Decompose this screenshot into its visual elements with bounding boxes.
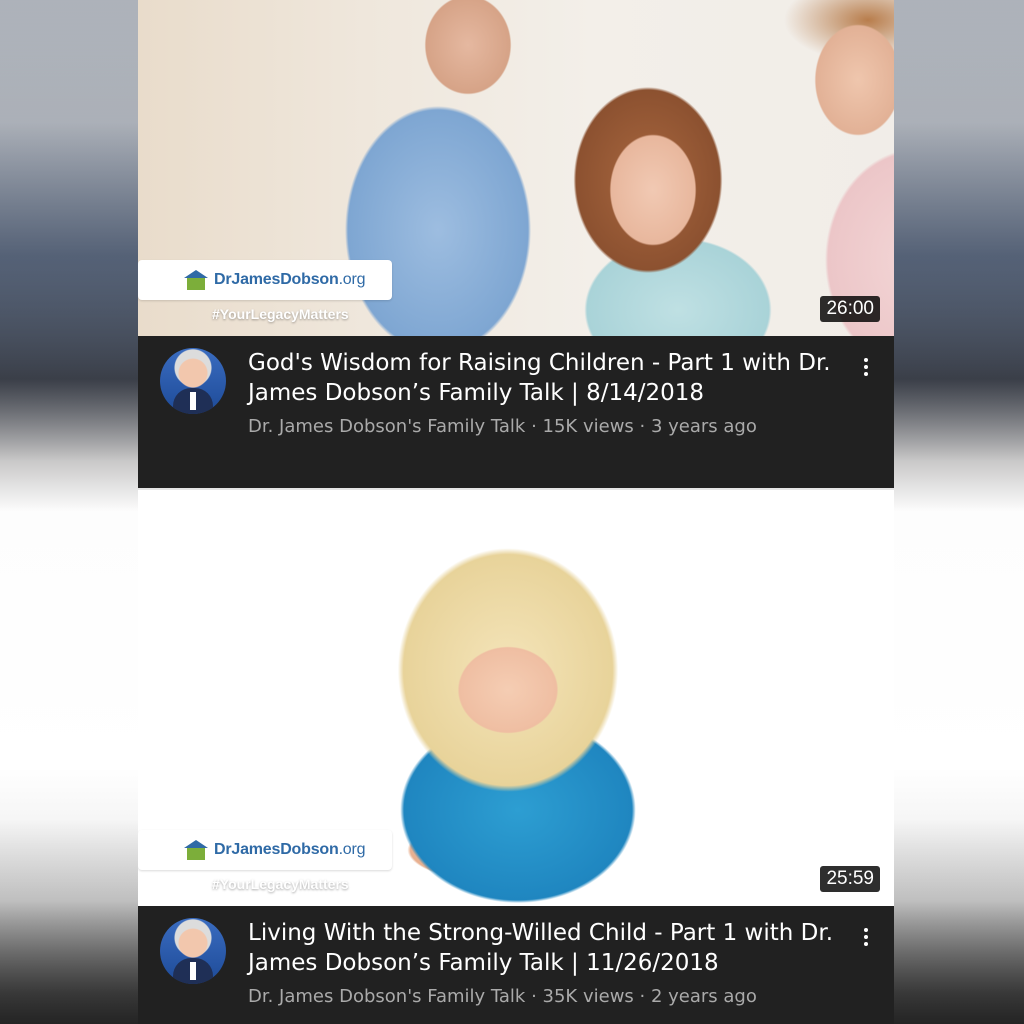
channel-avatar[interactable] bbox=[160, 348, 226, 414]
video-subline: Dr. James Dobson's Family Talk · 15K vie… bbox=[248, 416, 757, 437]
house-logo-icon bbox=[184, 840, 208, 860]
channel-logo-banner: DrJamesDobson.org bbox=[138, 260, 392, 300]
video-meta: God's Wisdom for Raising Children - Part… bbox=[138, 336, 894, 488]
house-logo-icon bbox=[184, 270, 208, 290]
video-thumbnail[interactable]: DrJamesDobson.org #YourLegacyMatters 26:… bbox=[138, 0, 894, 336]
video-title[interactable]: Living With the Strong-Willed Child - Pa… bbox=[248, 918, 854, 978]
video-subline: Dr. James Dobson's Family Talk · 35K vie… bbox=[248, 986, 757, 1007]
view-count: 15K views bbox=[542, 416, 634, 437]
channel-logo-banner: DrJamesDobson.org bbox=[138, 830, 392, 870]
video-thumbnail[interactable]: DrJamesDobson.org #YourLegacyMatters 25:… bbox=[138, 490, 894, 906]
logo-text: DrJamesDobson.org bbox=[214, 841, 366, 858]
video-meta: Living With the Strong-Willed Child - Pa… bbox=[138, 906, 894, 1024]
upload-age: 2 years ago bbox=[650, 986, 757, 1007]
channel-name[interactable]: Dr. James Dobson's Family Talk bbox=[248, 986, 525, 1007]
channel-avatar[interactable] bbox=[160, 918, 226, 984]
video-card[interactable]: DrJamesDobson.org #YourLegacyMatters 26:… bbox=[138, 0, 894, 488]
view-count: 35K views bbox=[542, 986, 634, 1007]
more-vert-icon[interactable] bbox=[862, 928, 870, 946]
hashtag-label: #YourLegacyMatters bbox=[212, 306, 349, 322]
video-card[interactable]: DrJamesDobson.org #YourLegacyMatters 25:… bbox=[138, 490, 894, 1024]
duration-badge: 26:00 bbox=[820, 296, 880, 322]
logo-text: DrJamesDobson.org bbox=[214, 271, 366, 288]
upload-age: 3 years ago bbox=[650, 416, 757, 437]
video-title[interactable]: God's Wisdom for Raising Children - Part… bbox=[248, 348, 854, 408]
channel-name[interactable]: Dr. James Dobson's Family Talk bbox=[248, 416, 525, 437]
duration-badge: 25:59 bbox=[820, 866, 880, 892]
hashtag-label: #YourLegacyMatters bbox=[212, 876, 349, 892]
more-vert-icon[interactable] bbox=[862, 358, 870, 376]
